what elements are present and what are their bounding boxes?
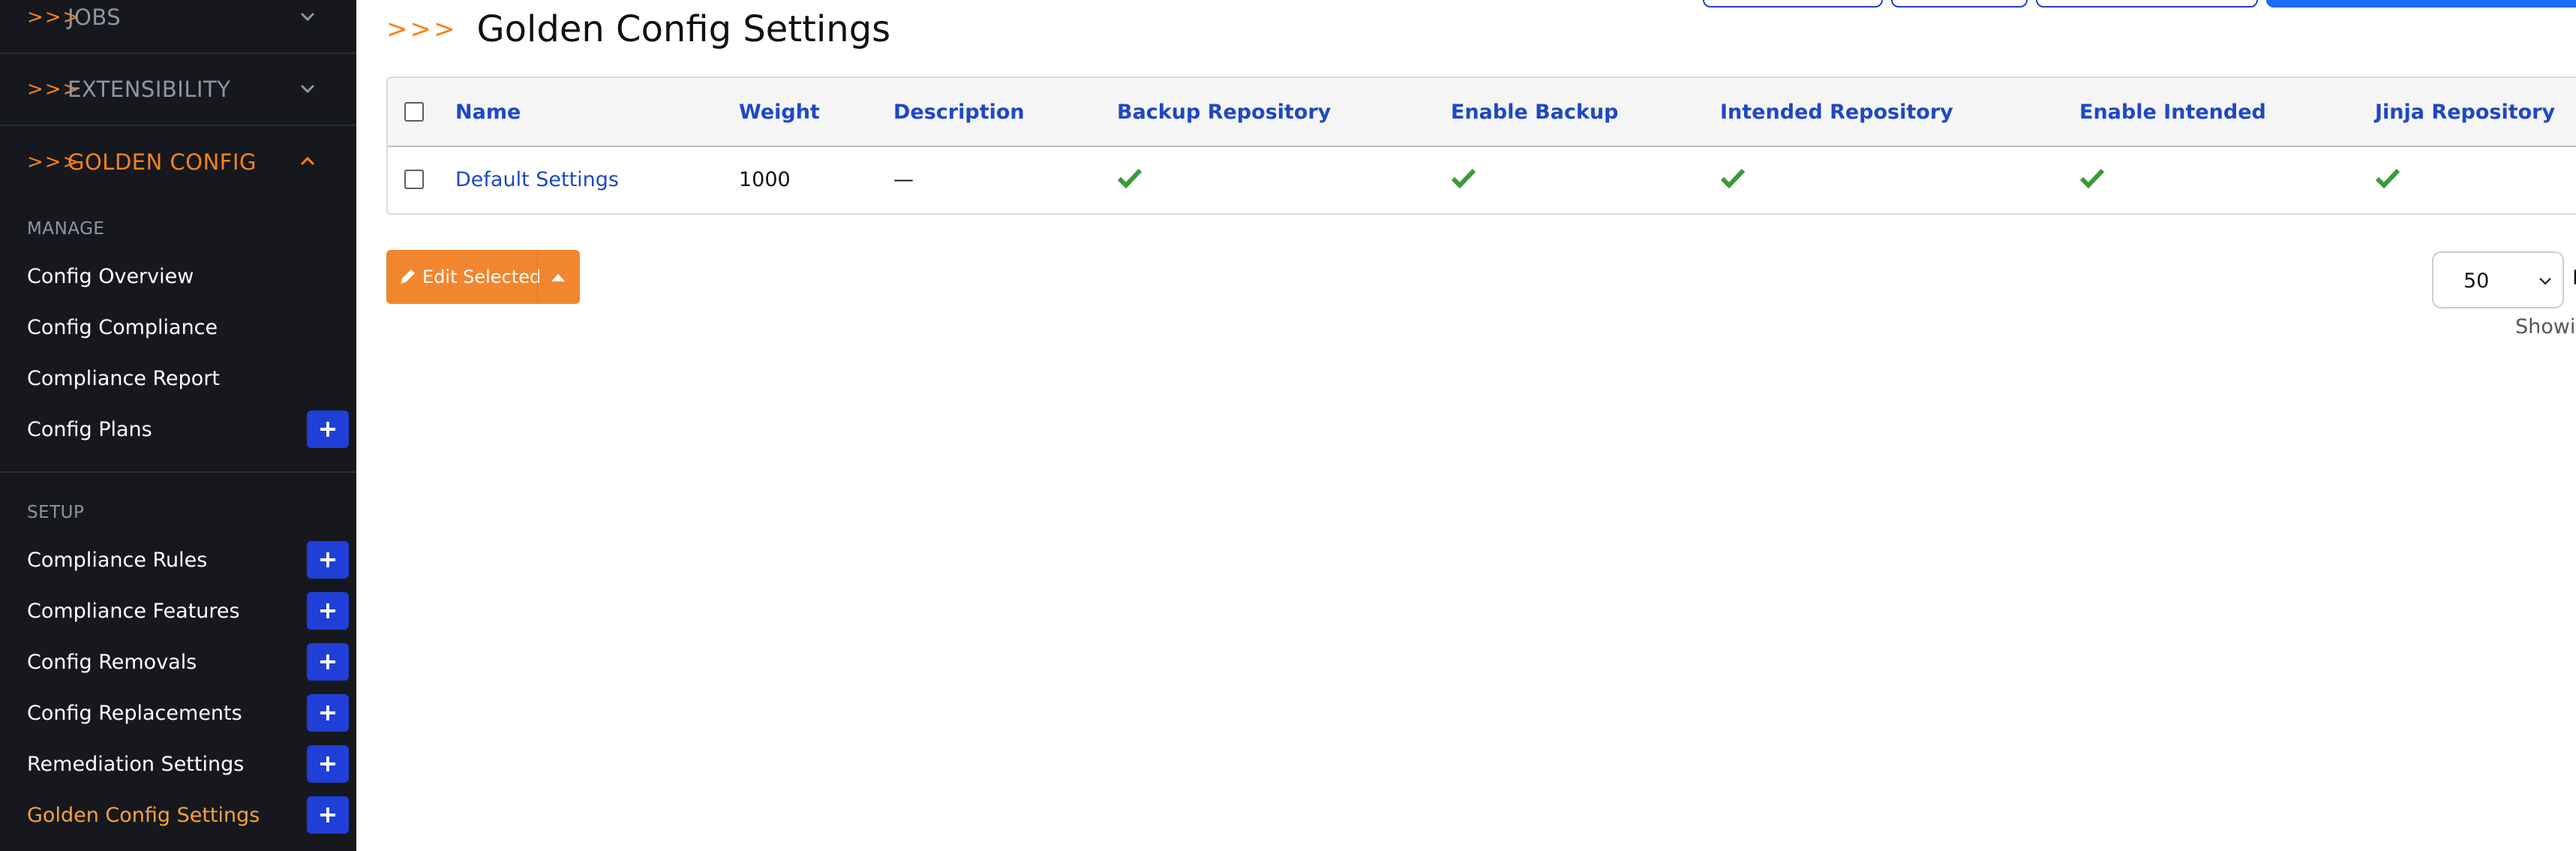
column-header-enable-backup[interactable]: Enable Backup (1451, 101, 1619, 124)
sidebar-item-label: Config Replacements (27, 701, 242, 725)
page-title: Golden Config Settings (476, 8, 891, 50)
column-header-description[interactable]: Description (893, 101, 1025, 124)
add-compliance-rule-button[interactable] (307, 541, 349, 579)
main-content: >>> Golden Config Settings Name Weight D… (356, 0, 2576, 851)
column-header-intended-repository[interactable]: Intended Repository (1720, 101, 1953, 124)
sidebar-group-label: EXTENSIBILITY (68, 77, 231, 102)
plus-icon (320, 603, 335, 618)
plus-icon (320, 552, 335, 567)
edit-selected-button[interactable]: Edit Selected (386, 250, 580, 304)
check-icon (2079, 168, 2105, 189)
column-header-enable-intended[interactable]: Enable Intended (2079, 101, 2266, 124)
column-header-backup-repository[interactable]: Backup Repository (1117, 101, 1331, 124)
sidebar-item-compliance-report[interactable]: Compliance Report (0, 356, 356, 401)
edit-selected-label: Edit Selected (422, 266, 542, 287)
plus-icon (320, 807, 335, 822)
sidebar-group-label: JOBS (68, 5, 122, 30)
check-icon (1117, 168, 1142, 189)
group-chevron: >>> (27, 78, 81, 101)
divider (0, 471, 356, 473)
plus-icon (320, 705, 335, 720)
plus-icon (320, 654, 335, 669)
chevron-up-icon[interactable] (293, 147, 323, 177)
add-button[interactable] (2266, 0, 2576, 8)
section-title-setup: SETUP (27, 503, 85, 522)
check-icon (1720, 168, 1746, 189)
header-button[interactable] (1891, 0, 2028, 8)
section-title-manage: MANAGE (27, 219, 105, 239)
sidebar-item-label: Compliance Rules (27, 548, 208, 572)
column-header-name[interactable]: Name (455, 101, 521, 124)
description-cell: — (893, 168, 914, 191)
settings-table: Name Weight Description Backup Repositor… (386, 77, 2576, 215)
pagination-info: Showing (2515, 315, 2576, 338)
sidebar-item-label: Config Overview (27, 264, 194, 288)
setting-name-link[interactable]: Default Settings (455, 168, 619, 191)
chevron-down-icon[interactable] (293, 74, 323, 104)
chevron-down-icon[interactable] (293, 2, 323, 32)
per-page-select[interactable]: 50 (2432, 251, 2564, 308)
sidebar-item-label: Config Removals (27, 650, 197, 674)
sidebar-group-jobs[interactable]: >>> JOBS (0, 0, 356, 51)
check-icon (1451, 168, 1476, 189)
sidebar-item-config-replacements[interactable]: Config Replacements (0, 690, 356, 735)
pencil-icon (401, 269, 415, 284)
header-button[interactable] (2036, 0, 2258, 8)
row-select-checkbox[interactable] (404, 170, 424, 189)
sidebar-group-label: GOLDEN CONFIG (68, 149, 257, 175)
caret-up-icon[interactable] (550, 272, 566, 283)
per-page-label: P (2572, 266, 2576, 290)
sidebar-item-golden-config-settings[interactable]: Golden Config Settings (0, 792, 356, 837)
sidebar-item-config-compliance[interactable]: Config Compliance (0, 305, 356, 350)
page-header: >>> Golden Config Settings (386, 0, 890, 59)
add-config-plan-button[interactable] (307, 410, 349, 448)
sidebar-item-compliance-features[interactable]: Compliance Features (0, 588, 356, 633)
sidebar-item-label: Remediation Settings (27, 752, 245, 776)
sidebar-item-config-removals[interactable]: Config Removals (0, 639, 356, 684)
sidebar-item-config-plans[interactable]: Config Plans (0, 407, 356, 452)
chevron-down-icon (2539, 278, 2551, 285)
header-button[interactable] (1703, 0, 1883, 8)
per-page-value: 50 (2463, 269, 2490, 293)
add-config-replacement-button[interactable] (307, 694, 349, 732)
check-icon (2375, 168, 2400, 189)
column-header-jinja-repository[interactable]: Jinja Repository (2375, 101, 2555, 124)
sidebar-item-label: Config Plans (27, 417, 152, 441)
sidebar-item-label: Config Compliance (27, 315, 218, 339)
sidebar: >>> JOBS >>> EXTENSIBILITY >>> GOLDEN CO… (0, 0, 356, 851)
add-compliance-feature-button[interactable] (307, 592, 349, 630)
table-header: Name Weight Description Backup Repositor… (388, 78, 2576, 147)
sidebar-item-label: Golden Config Settings (27, 803, 260, 827)
divider (0, 53, 356, 54)
group-chevron: >>> (27, 6, 81, 29)
sidebar-item-config-overview[interactable]: Config Overview (0, 254, 356, 299)
sidebar-item-label: Compliance Features (27, 599, 240, 623)
plus-icon (320, 756, 335, 771)
select-all-checkbox[interactable] (404, 102, 424, 122)
add-remediation-setting-button[interactable] (307, 745, 349, 783)
add-golden-config-setting-button[interactable] (307, 796, 349, 834)
sidebar-group-extensibility[interactable]: >>> EXTENSIBILITY (0, 56, 356, 123)
group-chevron: >>> (27, 151, 81, 173)
divider (0, 125, 356, 126)
sidebar-item-remediation-settings[interactable]: Remediation Settings (0, 741, 356, 786)
sidebar-group-golden-config[interactable]: >>> GOLDEN CONFIG (0, 128, 356, 196)
add-config-removal-button[interactable] (307, 643, 349, 681)
plus-icon (320, 422, 335, 437)
column-header-weight[interactable]: Weight (739, 101, 820, 124)
divider (537, 250, 538, 304)
title-chevron: >>> (386, 14, 458, 44)
sidebar-item-compliance-rules[interactable]: Compliance Rules (0, 537, 356, 582)
weight-cell: 1000 (739, 168, 791, 191)
sidebar-item-label: Compliance Report (27, 366, 221, 390)
